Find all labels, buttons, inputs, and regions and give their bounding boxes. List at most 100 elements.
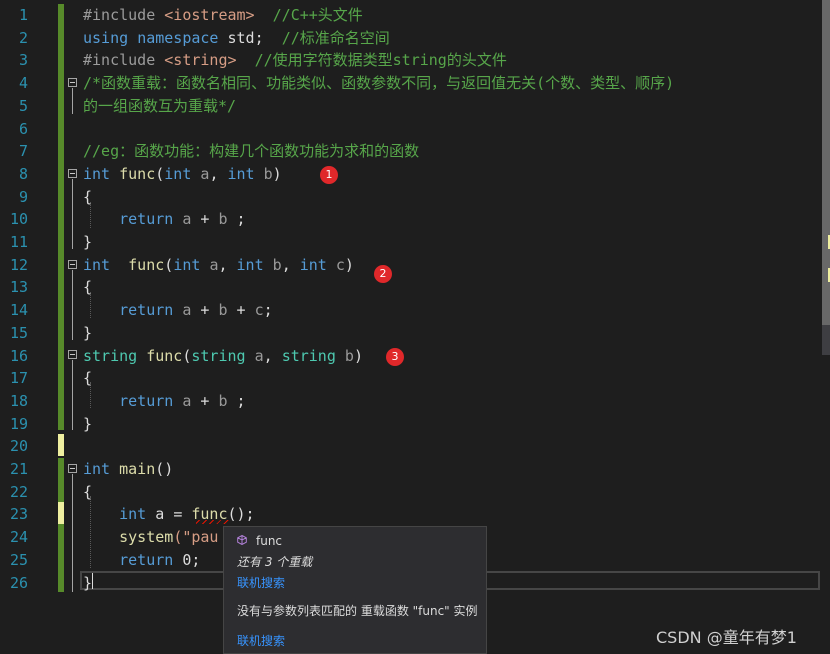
code-line[interactable]: { [83, 276, 92, 298]
code-token: int [83, 255, 120, 274]
code-token: b [344, 346, 354, 365]
code-line[interactable]: system("pau [83, 526, 218, 548]
code-line[interactable]: #include <iostream> //C++头文件 [83, 4, 363, 26]
code-token: return [119, 550, 183, 569]
code-token: a [182, 391, 201, 410]
line-number: 3 [18, 51, 28, 70]
tooltip-error-message: 没有与参数列表匹配的 重载函数 "func" 实例 [237, 604, 478, 618]
code-line[interactable]: 的一组函数互为重载*/ [83, 95, 236, 117]
code-token: + [200, 210, 219, 229]
code-line[interactable]: int func(int a, int b, int c) [83, 254, 354, 276]
code-line[interactable]: return 0; [83, 549, 200, 571]
code-token: ) [272, 164, 282, 183]
unsaved-change-bar [58, 434, 64, 456]
code-token: using [83, 28, 138, 47]
code-token: , [281, 255, 300, 274]
fold-guide [72, 360, 73, 430]
code-token: ; [263, 301, 273, 320]
code-token: () [155, 460, 174, 478]
code-token: ) [353, 346, 363, 365]
line-number: 12 [9, 255, 28, 274]
fold-guide [72, 270, 73, 340]
code-line[interactable]: //eg：函数功能：构建几个函数功能为求和的函数 [83, 140, 419, 162]
code-token: main [119, 460, 156, 478]
code-line[interactable]: { [83, 186, 92, 208]
code-token: ; [254, 28, 282, 47]
line-number: 22 [9, 482, 28, 501]
line-number: 25 [9, 550, 28, 569]
code-token: b [272, 255, 282, 274]
code-token: func [146, 346, 183, 365]
unsaved-change-bar [58, 502, 64, 524]
line-number: 10 [9, 210, 28, 229]
code-token: system [119, 528, 174, 547]
code-token: int [299, 255, 336, 274]
annotation-badge-2: 2 [374, 265, 392, 283]
code-line[interactable]: } [83, 231, 92, 253]
code-line[interactable]: } [83, 572, 92, 594]
code-token: } [83, 323, 93, 342]
code-line[interactable]: using namespace std; //标准命名空间 [83, 27, 390, 49]
code-token: = [173, 505, 192, 524]
code-token: } [83, 233, 93, 251]
code-line[interactable]: return a + b + c; [83, 299, 273, 321]
code-token: } [83, 573, 93, 592]
collapse-func1-icon[interactable] [68, 169, 77, 178]
code-token: string [83, 346, 147, 365]
code-line[interactable]: } [83, 413, 92, 435]
saved-change-bar [58, 458, 64, 502]
code-token: { [83, 278, 93, 297]
code-token: int [173, 255, 210, 274]
code-token: ) [344, 255, 354, 274]
line-number: 2 [18, 28, 28, 47]
code-token: return [119, 301, 183, 320]
line-number: 24 [9, 528, 28, 547]
search-online-link[interactable]: 联机搜索 [237, 632, 285, 649]
code-token: b [263, 164, 273, 183]
code-line[interactable]: } [83, 322, 92, 344]
code-token: //eg：函数功能：构建几个函数功能为求和的函数 [83, 142, 420, 161]
line-number: 6 [18, 119, 28, 138]
collapse-func2-icon[interactable] [68, 260, 77, 269]
code-token: { [83, 187, 93, 206]
code-token: 的一组函数互为重载*/ [83, 96, 237, 115]
code-line[interactable]: string func(string a, string b) [83, 345, 363, 367]
code-token: ; [236, 391, 246, 410]
code-token: func [119, 164, 156, 183]
vertical-scrollbar[interactable] [820, 0, 830, 654]
line-number: 1 [18, 6, 28, 24]
saved-change-bar [58, 524, 64, 592]
tooltip-symbol-name: func [256, 534, 283, 548]
code-line[interactable]: int func(int a, int b) [83, 163, 282, 185]
search-online-link[interactable]: 联机搜索 [237, 574, 285, 591]
code-token: + [200, 301, 219, 320]
code-line[interactable]: { [83, 481, 92, 503]
code-token: ( [164, 255, 174, 274]
code-line[interactable]: { [83, 367, 92, 389]
collapse-main-icon[interactable] [68, 464, 77, 473]
code-line[interactable]: return a + b ; [83, 390, 246, 412]
code-line[interactable]: /*函数重载：函数名相同、功能类似、函数参数不同，与返回值无关(个数、类型、顺序… [83, 72, 674, 94]
code-token: b [218, 210, 237, 229]
code-line[interactable]: return a + b ; [83, 208, 245, 230]
tooltip-overloads: 还有 3 个重载 [237, 555, 313, 569]
code-line[interactable]: int main() [83, 458, 173, 480]
watermark: CSDN @童年有梦1 [656, 628, 797, 647]
line-number: 16 [9, 346, 28, 365]
collapse-func3-icon[interactable] [68, 350, 77, 359]
code-token: int [164, 164, 201, 183]
line-number: 7 [18, 142, 28, 161]
code-token: { [83, 482, 93, 501]
line-number: 20 [9, 437, 28, 456]
code-line[interactable]: #include <string> //使用字符数据类型string的头文件 [83, 49, 507, 71]
code-token: c [335, 255, 345, 274]
collapse-comment-icon[interactable] [68, 78, 77, 87]
code-token: , [263, 346, 282, 365]
method-cube-icon [237, 534, 247, 546]
line-number-gutter: 1 2 3 4 5 6 7 8 9 10 11 12 13 14 15 16 17 18 19 20 21 22 23 24 2… [0, 0, 58, 654]
